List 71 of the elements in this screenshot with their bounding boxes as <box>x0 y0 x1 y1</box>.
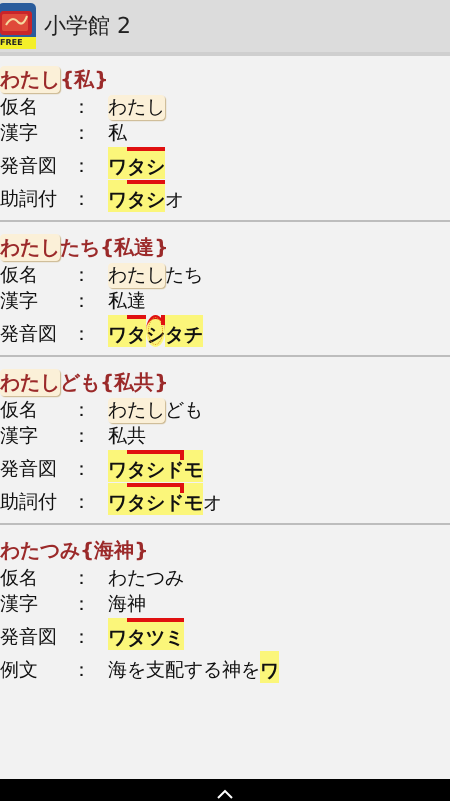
colon: ： <box>72 457 92 482</box>
particle-text: オ <box>165 188 184 212</box>
colon: ： <box>72 490 92 515</box>
field-label: 発音図 <box>0 457 58 482</box>
colon: ： <box>72 424 92 449</box>
field-label: 発音図 <box>0 154 58 179</box>
colon: ： <box>72 322 92 347</box>
pitch-mora: ワ <box>260 651 279 683</box>
headword: わたつみ{海神} <box>0 537 148 564</box>
pitch-mora: ワ <box>108 315 127 347</box>
pitch-mora: シ <box>146 315 165 347</box>
pitch-mora: ワ <box>108 618 127 650</box>
pitch-mora: モ <box>184 450 203 482</box>
highlighted-headword: わたし <box>0 369 60 396</box>
field-label: 助詞付 <box>0 490 58 515</box>
up-chevron-icon[interactable] <box>217 789 233 799</box>
colon: ： <box>72 187 92 212</box>
pitch-mora: タシ <box>127 147 165 179</box>
field-label: 仮名 <box>0 95 39 120</box>
field-value: たち <box>165 263 203 288</box>
headword: {私} <box>60 66 108 93</box>
field-value: ども <box>165 398 203 423</box>
field-label: 漢字 <box>0 592 39 617</box>
field-value: 私共 <box>108 424 146 449</box>
highlighted-kana: わたし <box>108 398 165 423</box>
field-label: 例文 <box>0 658 39 683</box>
pitch-mora: ワ <box>108 450 127 482</box>
pitch-mora: タツミ <box>127 618 184 650</box>
colon: ： <box>72 566 92 591</box>
colon: ： <box>72 95 92 120</box>
field-label: 漢字 <box>0 121 39 146</box>
headword: ども{私共} <box>60 369 168 396</box>
pitch-mora: ワ <box>108 483 127 515</box>
pitch-mora: タシ <box>127 180 165 212</box>
field-value: 私 <box>108 121 127 146</box>
colon: ： <box>72 121 92 146</box>
pitch-mora: タシド <box>127 483 184 515</box>
pitch-mora: タシド <box>127 450 184 482</box>
pitch-mora: モ <box>184 483 203 515</box>
example-sentence: 海を支配する神を <box>108 658 260 683</box>
pitch-mora: タ <box>127 315 146 347</box>
field-label: 発音図 <box>0 625 58 650</box>
app-title: 小学館 2 <box>44 13 131 41</box>
colon: ： <box>72 592 92 617</box>
field-value: 海神 <box>108 592 146 617</box>
highlighted-kana: わたし <box>108 263 165 288</box>
pitch-mora: ワ <box>108 147 127 179</box>
pitch-mora: タチ <box>165 315 203 347</box>
particle-text: オ <box>203 491 222 515</box>
field-label: 助詞付 <box>0 187 58 212</box>
colon: ： <box>72 263 92 288</box>
pitch-mora: ワ <box>108 180 127 212</box>
highlighted-headword: わたし <box>0 234 60 261</box>
field-label: 仮名 <box>0 398 39 423</box>
colon: ： <box>72 154 92 179</box>
field-label: 発音図 <box>0 322 58 347</box>
icon-badge-text: FREE <box>0 38 23 48</box>
colon: ： <box>72 625 92 650</box>
colon: ： <box>72 398 92 423</box>
colon: ： <box>72 658 92 683</box>
field-label: 仮名 <box>0 566 39 591</box>
field-label: 仮名 <box>0 263 39 288</box>
field-label: 漢字 <box>0 424 39 449</box>
app-icon[interactable] <box>0 3 36 49</box>
headword: たち{私達} <box>60 234 168 261</box>
highlighted-headword: わたし <box>0 66 60 93</box>
highlighted-kana: わたし <box>108 95 165 120</box>
colon: ： <box>72 289 92 314</box>
field-value: 私達 <box>108 289 146 314</box>
field-value: わたつみ <box>108 566 184 591</box>
field-label: 漢字 <box>0 289 39 314</box>
